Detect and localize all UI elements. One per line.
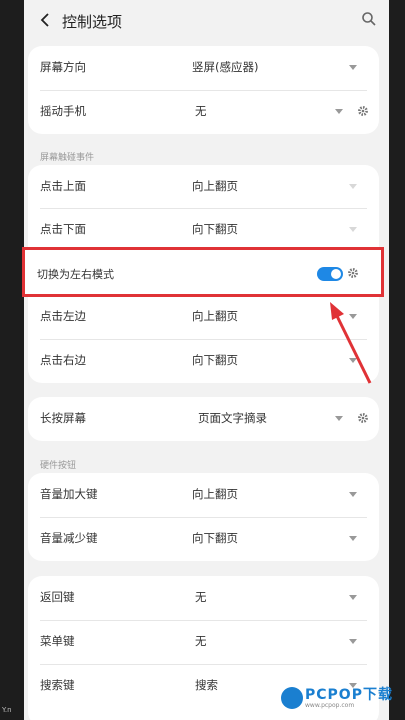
search-key-value: 搜索 xyxy=(195,678,218,692)
top-bar: 控制选项 xyxy=(24,0,389,42)
chevron-down-icon[interactable] xyxy=(349,492,357,497)
search-icon[interactable] xyxy=(361,11,377,27)
back-key-value: 无 xyxy=(195,590,207,604)
watermark-sub: www.pcpop.com xyxy=(305,702,355,709)
touch-section-title: 屏幕触碰事件 xyxy=(40,153,95,163)
orientation-row[interactable]: 屏幕方向 竖屏(感应器) xyxy=(28,46,379,90)
screen-settings-card: 屏幕方向 竖屏(感应器) 摇动手机 无 xyxy=(28,46,379,134)
menu-key-label: 菜单键 xyxy=(40,634,75,648)
tap-right-row[interactable]: 点击右边 向下翻页 xyxy=(28,339,379,383)
back-key-label: 返回键 xyxy=(40,590,75,604)
menu-key-row[interactable]: 菜单键 无 xyxy=(28,620,379,664)
watermark-brand: PCPOP下载 xyxy=(305,687,393,703)
longpress-card: 长按屏幕 页面文字摘录 xyxy=(28,397,379,441)
gear-icon[interactable] xyxy=(357,412,369,424)
tap-right-value: 向下翻页 xyxy=(192,353,238,367)
tap-left-label: 点击左边 xyxy=(40,309,86,323)
toggle-knob xyxy=(331,269,341,279)
tap-bottom-value: 向下翻页 xyxy=(192,222,238,236)
tap-right-label: 点击右边 xyxy=(40,353,86,367)
tap-bottom-row[interactable]: 点击下面 向下翻页 xyxy=(28,208,379,252)
watermark-logo: PCPOP下载 www.pcpop.com xyxy=(281,684,399,718)
left-right-mode-label: 切换为左右模式 xyxy=(37,268,114,281)
tap-top-value: 向上翻页 xyxy=(192,179,238,193)
chevron-down-icon[interactable] xyxy=(349,358,357,363)
left-edge xyxy=(0,0,24,720)
longpress-label: 长按屏幕 xyxy=(40,411,86,425)
tap-left-row[interactable]: 点击左边 向上翻页 xyxy=(28,295,379,339)
back-arrow-icon[interactable] xyxy=(38,10,52,30)
chevron-down-icon[interactable] xyxy=(335,109,343,114)
gear-icon[interactable] xyxy=(347,267,359,279)
hardware-section-title: 硬件按钮 xyxy=(40,461,77,471)
longpress-row[interactable]: 长按屏幕 页面文字摘录 xyxy=(28,397,379,441)
chevron-down-icon[interactable] xyxy=(349,184,357,189)
logo-icon xyxy=(281,687,303,709)
chevron-down-icon[interactable] xyxy=(349,595,357,600)
tap-left-value: 向上翻页 xyxy=(192,309,238,323)
search-key-label: 搜索键 xyxy=(40,678,75,692)
volume-down-value: 向下翻页 xyxy=(192,531,238,545)
chevron-down-icon[interactable] xyxy=(335,416,343,421)
page-title: 控制选项 xyxy=(62,13,123,31)
volume-down-row[interactable]: 音量减少键 向下翻页 xyxy=(28,517,379,561)
hardware-card: 音量加大键 向上翻页 音量减少键 向下翻页 xyxy=(28,473,379,561)
tap-top-row[interactable]: 点击上面 向上翻页 xyxy=(28,165,379,209)
shake-value: 无 xyxy=(195,104,207,118)
left-right-mode-row[interactable]: 切换为左右模式 xyxy=(22,247,384,297)
edge-text: Y.n xyxy=(2,706,12,714)
tap-bottom-label: 点击下面 xyxy=(40,222,86,236)
chevron-down-icon[interactable] xyxy=(349,639,357,644)
orientation-value: 竖屏(感应器) xyxy=(192,60,259,74)
tap-top-label: 点击上面 xyxy=(40,179,86,193)
longpress-value: 页面文字摘录 xyxy=(198,411,267,425)
volume-up-value: 向上翻页 xyxy=(192,487,238,501)
settings-screen: 控制选项 屏幕方向 竖屏(感应器) 摇动手机 无 屏幕触碰事件 点击上面 向上翻… xyxy=(24,0,389,720)
shake-label: 摇动手机 xyxy=(40,104,86,118)
volume-up-row[interactable]: 音量加大键 向上翻页 xyxy=(28,473,379,517)
menu-key-value: 无 xyxy=(195,634,207,648)
orientation-label: 屏幕方向 xyxy=(40,60,86,74)
chevron-down-icon[interactable] xyxy=(349,536,357,541)
gear-icon[interactable] xyxy=(357,105,369,117)
chevron-down-icon[interactable] xyxy=(349,227,357,232)
right-edge xyxy=(389,0,405,720)
shake-row[interactable]: 摇动手机 无 xyxy=(28,90,379,134)
volume-down-label: 音量减少键 xyxy=(40,531,98,545)
volume-up-label: 音量加大键 xyxy=(40,487,98,501)
chevron-down-icon[interactable] xyxy=(349,314,357,319)
left-right-mode-toggle[interactable] xyxy=(317,267,343,281)
back-key-row[interactable]: 返回键 无 xyxy=(28,576,379,620)
chevron-down-icon[interactable] xyxy=(349,65,357,70)
